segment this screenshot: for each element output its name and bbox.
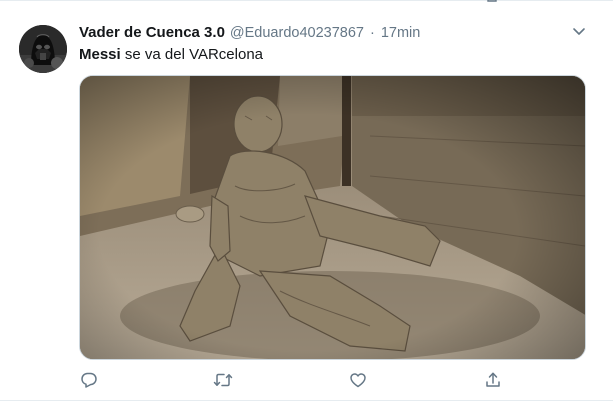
chevron-down-icon[interactable] [572, 27, 586, 37]
share-icon [486, 372, 500, 387]
like-button[interactable] [347, 369, 369, 391]
cast-figure-photo [80, 76, 585, 359]
reply-icon [81, 372, 97, 388]
tweet-divider [0, 400, 613, 401]
darth-vader-avatar [19, 25, 67, 73]
reply-button[interactable] [78, 369, 100, 391]
heart-icon [350, 373, 366, 388]
share-button[interactable] [482, 369, 504, 391]
retweet-icon [213, 373, 233, 387]
tweet-text: Messi se va del VARcelona [79, 46, 263, 63]
avatar[interactable] [19, 25, 67, 73]
user-handle[interactable]: @Eduardo40237867 [230, 25, 364, 41]
retweet-button[interactable] [212, 369, 234, 391]
tweet-actions [79, 369, 509, 391]
tweet-text-rest: se va del VARcelona [120, 46, 264, 63]
tweet-text-bold: Messi [79, 46, 121, 63]
tweet[interactable]: Vader de Cuenca 3.0 @Eduardo40237867 · 1… [0, 0, 613, 405]
tweet-media-photo[interactable] [79, 75, 586, 360]
display-name[interactable]: Vader de Cuenca 3.0 [79, 24, 225, 41]
tweet-header: Vader de Cuenca 3.0 @Eduardo40237867 · 1… [79, 24, 593, 44]
separator-dot: · [369, 25, 375, 41]
tweet-timestamp[interactable]: 17min [381, 25, 421, 41]
